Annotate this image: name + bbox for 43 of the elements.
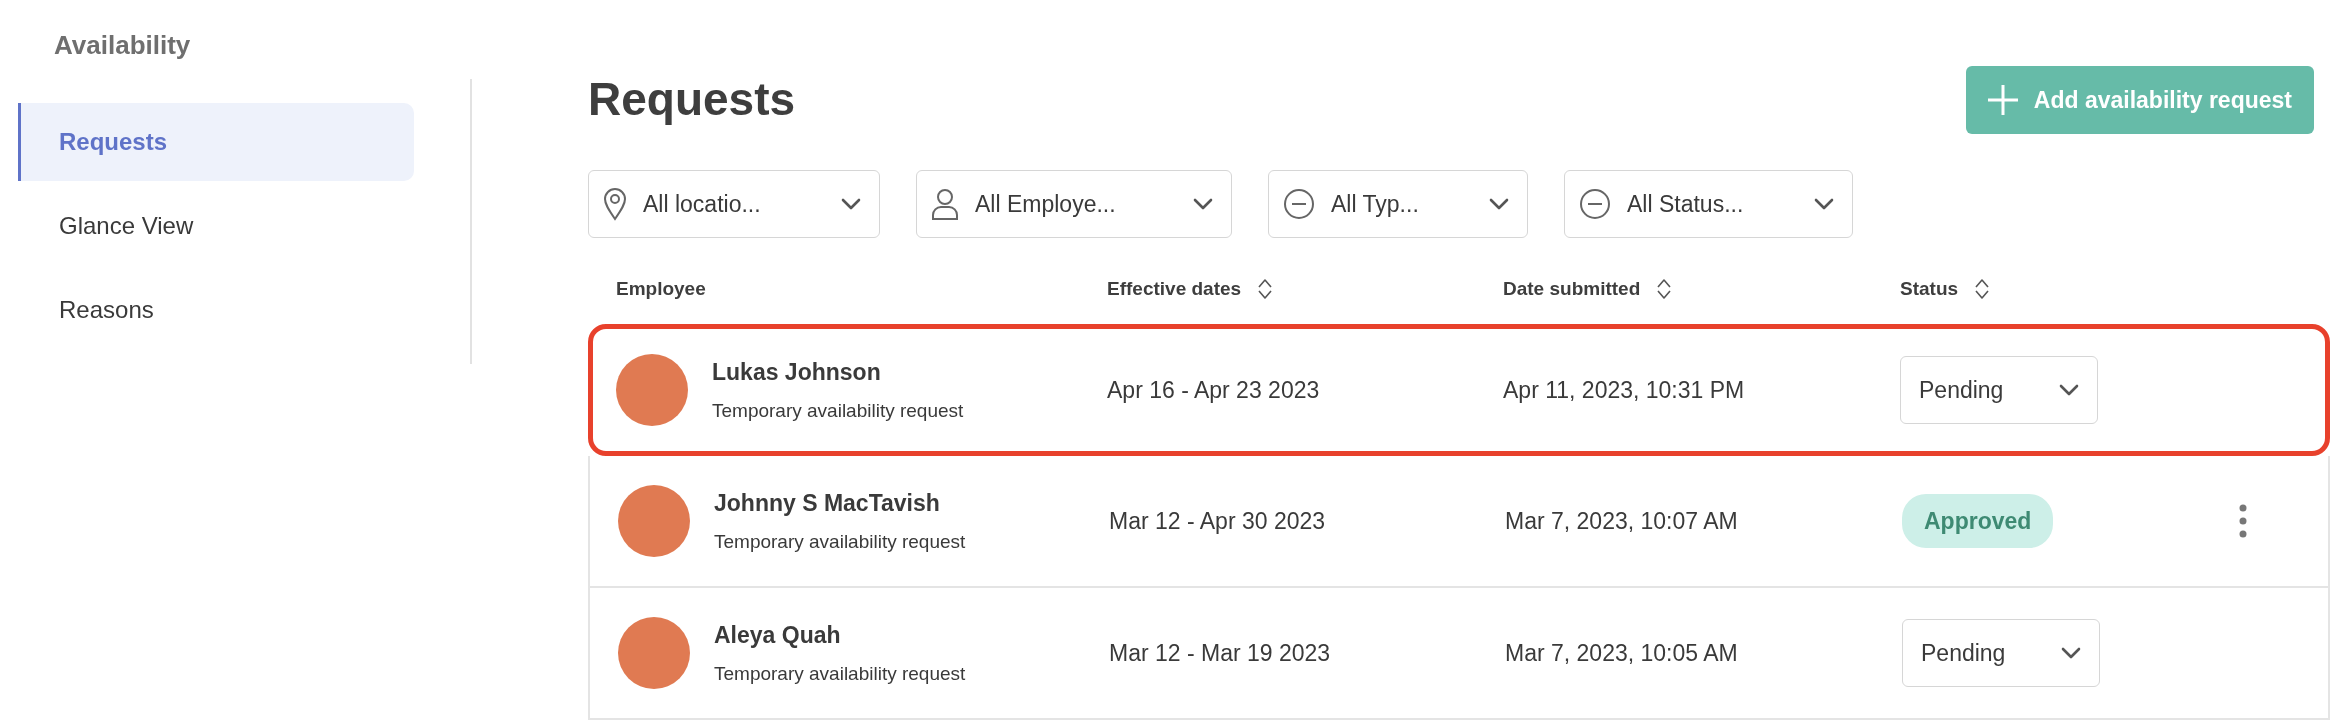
chevron-down-icon: [1814, 198, 1834, 210]
column-header[interactable]: Status: [1900, 274, 1991, 304]
sidebar-item[interactable]: Glance View: [18, 187, 415, 265]
minus-circle-icon: [1579, 188, 1611, 220]
filter-dropdown[interactable]: All Employe...: [916, 170, 1232, 238]
chevron-down-icon: [2059, 384, 2079, 396]
effective-dates: Mar 12 - Mar 19 2023: [1109, 639, 1331, 666]
chevron-down-icon: [1193, 198, 1213, 210]
plus-icon: [1985, 83, 2020, 117]
request-type: Temporary availability request: [712, 399, 964, 423]
employee-name: Johnny S MacTavish: [714, 488, 941, 518]
minus-circle-icon: [1283, 188, 1315, 220]
employee-name: Lukas Johnson: [712, 357, 882, 387]
chevron-down-icon: [1489, 198, 1509, 210]
chevron-down-icon: [841, 198, 861, 210]
sidebar-title: Availability: [54, 29, 191, 62]
chevron-down-icon: [2061, 647, 2081, 659]
request-type: Temporary availability request: [714, 662, 966, 686]
map-pin-icon: [603, 187, 627, 221]
page-title: Requests: [588, 72, 796, 128]
status-dropdown[interactable]: Pending: [1900, 356, 2098, 424]
status-dropdown[interactable]: Pending: [1902, 619, 2100, 687]
status-badge: Approved: [1902, 493, 2054, 549]
sort-icon[interactable]: [1257, 277, 1274, 301]
column-header[interactable]: Date submitted: [1503, 274, 1673, 304]
effective-dates: Apr 16 - Apr 23 2023: [1107, 376, 1320, 403]
date-submitted: Apr 11, 2023, 10:31 PM: [1503, 376, 1745, 403]
effective-dates: Mar 12 - Apr 30 2023: [1109, 507, 1326, 534]
filter-dropdown[interactable]: All Status...: [1564, 170, 1853, 238]
date-submitted: Mar 7, 2023, 10:07 AM: [1505, 507, 1738, 534]
column-header[interactable]: Effective dates: [1107, 274, 1274, 304]
sort-icon[interactable]: [1974, 277, 1991, 301]
request-type: Temporary availability request: [714, 530, 966, 554]
sort-icon[interactable]: [1656, 277, 1673, 301]
sidebar-item[interactable]: Requests: [18, 103, 415, 181]
sidebar-item[interactable]: Reasons: [18, 271, 415, 349]
filter-dropdown[interactable]: All locatio...: [588, 170, 880, 238]
date-submitted: Mar 7, 2023, 10:05 AM: [1505, 639, 1738, 666]
filter-dropdown[interactable]: All Typ...: [1268, 170, 1528, 238]
more-options-icon[interactable]: [2238, 503, 2248, 540]
column-header: Employee: [616, 276, 706, 301]
employee-name: Aleya Quah: [714, 620, 842, 650]
person-icon: [931, 188, 959, 220]
